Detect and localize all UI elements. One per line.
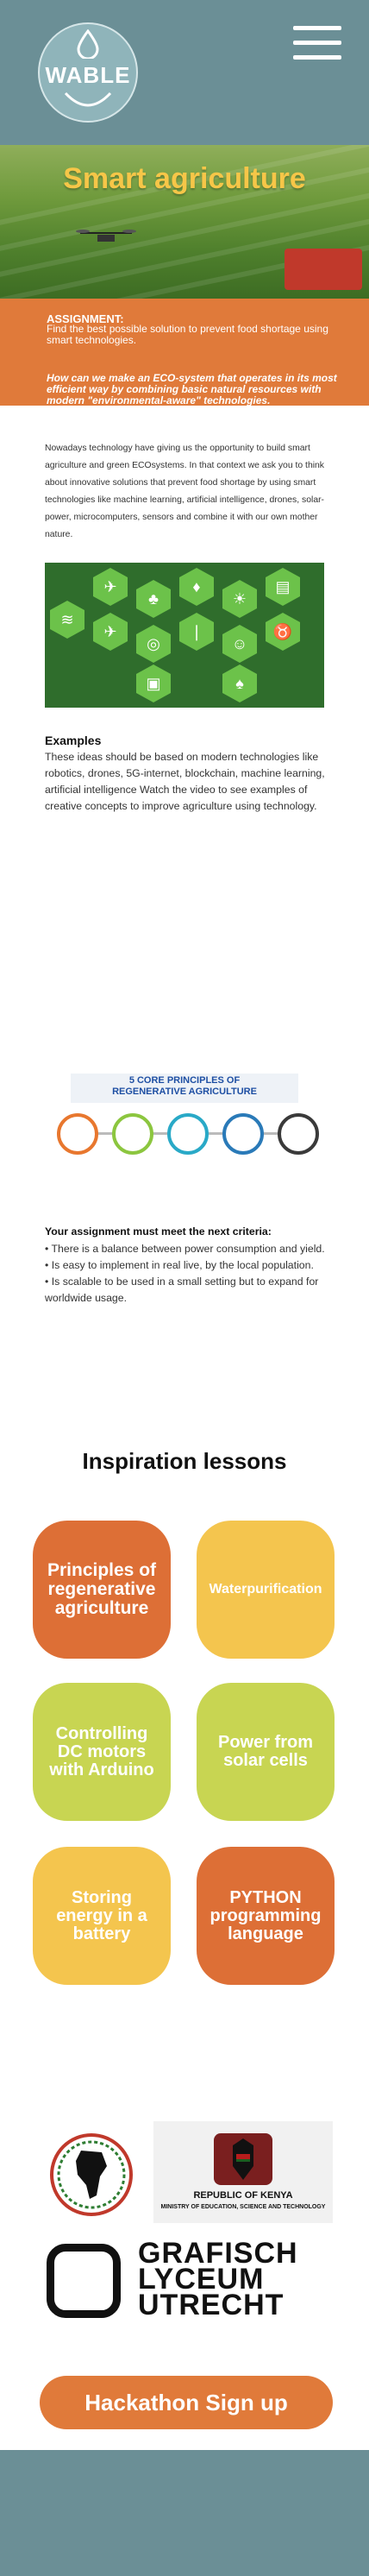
hero-title: Smart agriculture [63,162,306,195]
lesson-card-solar-cells[interactable]: Power from solar cells [197,1683,335,1821]
regenerative-principles-image: 5 CORE PRINCIPLES OF REGENERATIVE AGRICU… [45,1068,324,1182]
lesson-card-waterpurification[interactable]: Waterpurification [197,1521,335,1659]
drone-icon [76,230,136,242]
criteria-item: • There is a balance between power consu… [45,1243,325,1255]
tractor-hex-icon: ▣ [136,664,171,702]
root-circle-icon [222,1113,264,1155]
lesson-card-python[interactable]: PYTHON programming language [197,1847,335,1985]
person-hex-icon: ☺ [222,625,257,663]
principles-title-line1: 5 CORE PRINCIPLES OF [128,1075,241,1086]
signal-hex-icon: ◎ [136,625,171,663]
examples-title: Examples [45,734,102,747]
assignment-banner: ASSIGNMENT: Find the best possible solut… [0,299,369,406]
site-header: WABLE [0,0,369,145]
wheat-hex-icon: ♠ [222,664,257,702]
grafisch-lyceum-logo-mark [47,2244,121,2318]
lesson-card-label: PYTHON programming language [210,1887,322,1943]
sun-hex-icon: ☀ [222,580,257,618]
drone-hex-icon: ✈ [93,568,128,606]
utrecht-line: UTRECHT [138,2289,285,2321]
chart-hex-icon: ▤ [266,568,300,606]
intro-paragraph: Nowadays technology have giving us the o… [45,444,325,539]
criteria-item: • Is scalable to be used in a small sett… [45,1275,319,1304]
soil-circle-icon [167,1113,209,1155]
examples-text: These ideas should be based on modern te… [45,751,325,812]
criteria-item: • Is easy to implement in real live, by … [45,1259,314,1271]
kenya-subtitle: MINISTRY OF EDUCATION, SCIENCE AND TECHN… [160,2204,326,2210]
water-drop-icon [77,29,99,59]
logo-text: WABLE [45,62,131,88]
lesson-card-label: Principles of regenerative agriculture [47,1560,157,1618]
smart-farming-image: ✈ ♣ ♦ ☀ ▤ ≋ ✈ ◎ ❘ ☺ ♉ ▣ ♠ [45,563,324,708]
lesson-card-label: Controlling DC motors with Arduino [49,1723,154,1779]
thermometer-hex-icon: ❘ [179,613,214,651]
wifi-hex-icon: ≋ [50,601,84,639]
livestock-circle-icon [278,1113,319,1155]
hero-image: Smart agriculture [0,145,369,299]
menu-bar [293,41,341,45]
africa-partner-logo [50,2133,133,2216]
grafisch-lyceum-logo-text: GRAFISCH LYCEUM UTRECHT [138,2239,345,2321]
lessons-title: Inspiration lessons [82,1448,287,1474]
wable-logo[interactable]: WABLE [38,22,138,123]
assignment-text: Find the best possible solution to preve… [47,323,328,346]
principles-title-line2: REGENERATIVE AGRICULTURE [112,1086,257,1097]
criteria-title: Your assignment must meet the next crite… [45,1225,272,1238]
plant-hex-icon: ♣ [136,580,171,618]
kenya-ministry-logo: REPUBLIC OF KENYA MINISTRY OF EDUCATION,… [153,2121,333,2223]
wave-icon [64,91,112,107]
lesson-card-label: Power from solar cells [217,1733,314,1770]
water-hex-icon: ♦ [179,568,214,606]
site-footer [0,2450,369,2576]
menu-bar [293,55,341,60]
hamburger-menu-icon[interactable] [293,26,341,64]
plant-circle-icon [112,1113,153,1155]
tractor-icon [285,249,362,290]
kenya-coat-of-arms [214,2133,272,2185]
kenya-title: REPUBLIC OF KENYA [193,2190,293,2201]
menu-bar [293,26,341,30]
hackathon-signup-button[interactable]: Hackathon Sign up [40,2376,333,2429]
lesson-card-dc-motors[interactable]: Controlling DC motors with Arduino [33,1683,171,1821]
tractor-circle-icon [57,1113,98,1155]
lesson-card-label: Storing energy in a battery [56,1887,147,1943]
lesson-card-regenerative-agriculture[interactable]: Principles of regenerative agriculture [33,1521,171,1659]
drone-hex-icon: ✈ [93,613,128,651]
cow-hex-icon: ♉ [266,613,300,651]
lesson-card-label: Waterpurification [209,1582,322,1597]
assignment-question: How can we make an ECO-system that opera… [47,372,337,406]
lesson-card-battery[interactable]: Storing energy in a battery [33,1847,171,1985]
